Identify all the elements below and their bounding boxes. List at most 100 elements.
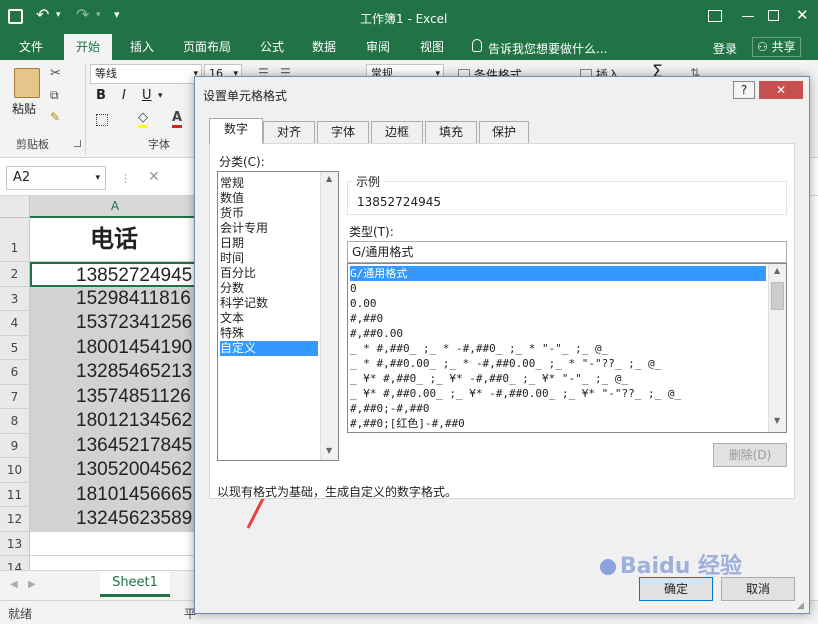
- category-item[interactable]: 常规: [220, 176, 318, 191]
- phone-cell[interactable]: 13285465213: [30, 360, 200, 385]
- category-item[interactable]: 会计专用: [220, 221, 318, 236]
- underline-button[interactable]: U: [142, 88, 152, 103]
- dialog-close-button[interactable]: ✕: [759, 81, 803, 99]
- tab-alignment[interactable]: 对齐: [263, 121, 315, 143]
- spreadsheet-grid[interactable]: A 1 电话 2 13852724945 3 15298411816 4 1537234125…: [0, 196, 200, 605]
- select-all-corner[interactable]: [0, 196, 30, 218]
- scroll-down-icon[interactable]: ▼: [326, 446, 332, 455]
- customize-qat-icon[interactable]: ▾: [114, 8, 120, 21]
- login-link[interactable]: 登录: [713, 40, 737, 57]
- type-item[interactable]: 0: [350, 281, 766, 296]
- ribbon-display-icon[interactable]: [708, 10, 722, 22]
- clipboard-launcher-icon[interactable]: [74, 140, 81, 147]
- row-header[interactable]: 11: [0, 482, 30, 507]
- type-item[interactable]: G/通用格式: [350, 266, 766, 281]
- phone-cell[interactable]: 13574851126: [30, 384, 200, 409]
- category-item[interactable]: 日期: [220, 236, 318, 251]
- font-color-icon[interactable]: A: [172, 110, 183, 128]
- phone-cell[interactable]: 18101456665: [30, 482, 200, 507]
- type-item[interactable]: _ ¥* #,##0_ ;_ ¥* -#,##0_ ;_ ¥* "-"_ ;_ …: [350, 371, 766, 386]
- phone-cell[interactable]: 13852724945: [30, 262, 200, 287]
- tab-fill[interactable]: 填充: [425, 121, 477, 143]
- help-button[interactable]: ?: [733, 81, 755, 99]
- tab-formulas[interactable]: 公式: [252, 34, 292, 60]
- scroll-up-icon[interactable]: ▲: [326, 174, 332, 183]
- row-header[interactable]: 1: [0, 218, 30, 262]
- redo-dropdown-icon[interactable]: ▾: [96, 10, 101, 20]
- category-item[interactable]: 数值: [220, 191, 318, 206]
- paste-icon[interactable]: [14, 68, 40, 98]
- close-icon[interactable]: ✕: [796, 6, 809, 24]
- redo-icon[interactable]: ↷: [76, 5, 89, 24]
- minimize-icon[interactable]: [742, 16, 754, 17]
- cut-icon[interactable]: ✂: [50, 66, 61, 81]
- type-list[interactable]: G/通用格式 0 0.00 #,##0 #,##0.00 _ * #,##0_ ;_ * …: [347, 263, 787, 433]
- category-item[interactable]: 文本: [220, 311, 318, 326]
- copy-icon[interactable]: ⧉: [50, 88, 59, 103]
- tell-me-input[interactable]: 告诉我您想要做什么...: [488, 40, 607, 57]
- save-icon[interactable]: [8, 9, 23, 24]
- type-input[interactable]: G/通用格式: [347, 241, 787, 263]
- type-item[interactable]: #,##0;-#,##0: [350, 401, 766, 416]
- scroll-right-icon[interactable]: ▶: [28, 579, 36, 590]
- category-item[interactable]: 自定义: [220, 341, 318, 356]
- type-item[interactable]: #,##0.00: [350, 326, 766, 341]
- bold-button[interactable]: B: [96, 88, 106, 103]
- row-header[interactable]: 13: [0, 531, 30, 556]
- type-list-scrollbar[interactable]: ▲ ▼: [768, 264, 786, 432]
- row-header[interactable]: 2: [0, 262, 30, 287]
- row-header[interactable]: 8: [0, 409, 30, 434]
- tab-view[interactable]: 视图: [410, 34, 454, 60]
- category-list[interactable]: 常规 数值 货币 会计专用 日期 时间 百分比 分数 科学记数 文本 特殊 自定义 ▲ ▼: [217, 171, 339, 461]
- phone-cell[interactable]: 13245623589: [30, 507, 200, 532]
- category-item[interactable]: 时间: [220, 251, 318, 266]
- cancel-entry-button[interactable]: ✕: [148, 169, 160, 185]
- row-header[interactable]: 7: [0, 384, 30, 409]
- paste-label[interactable]: 粘贴: [12, 100, 36, 117]
- undo-icon[interactable]: ↶: [36, 5, 49, 24]
- tab-review[interactable]: 审阅: [356, 34, 400, 60]
- tab-file[interactable]: 文件: [8, 34, 54, 60]
- scroll-left-icon[interactable]: ◀: [10, 579, 18, 590]
- row-header[interactable]: 3: [0, 286, 30, 311]
- tab-border[interactable]: 边框: [371, 121, 423, 143]
- row-header[interactable]: 12: [0, 507, 30, 532]
- phone-cell[interactable]: 13052004562: [30, 458, 200, 483]
- category-item[interactable]: 货币: [220, 206, 318, 221]
- scroll-down-icon[interactable]: ▼: [774, 416, 780, 425]
- row-header[interactable]: 10: [0, 458, 30, 483]
- category-item[interactable]: 特殊: [220, 326, 318, 341]
- maximize-icon[interactable]: [768, 10, 779, 21]
- cancel-button[interactable]: 取消: [721, 577, 795, 601]
- undo-dropdown-icon[interactable]: ▾: [56, 10, 61, 20]
- borders-icon[interactable]: [96, 114, 108, 126]
- underline-dropdown-icon[interactable]: ▾: [158, 91, 163, 101]
- phone-cell[interactable]: 18012134562: [30, 409, 200, 434]
- resize-grip-icon[interactable]: ◢: [797, 601, 804, 611]
- format-painter-icon[interactable]: ✎: [50, 110, 60, 124]
- phone-cell[interactable]: 15298411816: [30, 286, 200, 311]
- tab-protection[interactable]: 保护: [479, 121, 529, 143]
- fill-color-icon[interactable]: ◇: [138, 110, 148, 128]
- tab-font[interactable]: 字体: [317, 121, 369, 143]
- category-item[interactable]: 分数: [220, 281, 318, 296]
- ok-button[interactable]: 确定: [639, 577, 713, 601]
- share-button[interactable]: ⚇ 共享: [752, 37, 801, 57]
- name-box[interactable]: A2 ▾: [6, 166, 106, 190]
- row-header[interactable]: 9: [0, 433, 30, 458]
- type-item[interactable]: #,##0;[红色]-#,##0: [350, 416, 766, 431]
- scroll-up-icon[interactable]: ▲: [774, 266, 780, 275]
- column-header-a[interactable]: A: [30, 196, 200, 218]
- tab-data[interactable]: 数据: [304, 34, 344, 60]
- font-name-select[interactable]: 等线 ▾: [90, 64, 202, 84]
- type-item[interactable]: _ * #,##0_ ;_ * -#,##0_ ;_ * "-"_ ;_ @_: [350, 341, 766, 356]
- type-item[interactable]: 0.00: [350, 296, 766, 311]
- phone-cell[interactable]: 15372341256: [30, 311, 200, 336]
- italic-button[interactable]: I: [122, 88, 126, 103]
- tab-page-layout[interactable]: 页面布局: [176, 34, 238, 60]
- category-scrollbar[interactable]: ▲ ▼: [320, 172, 338, 460]
- phone-cell[interactable]: [30, 532, 200, 556]
- category-item[interactable]: 科学记数: [220, 296, 318, 311]
- scrollbar-thumb[interactable]: [771, 282, 784, 310]
- delete-button[interactable]: 删除(D): [713, 443, 787, 467]
